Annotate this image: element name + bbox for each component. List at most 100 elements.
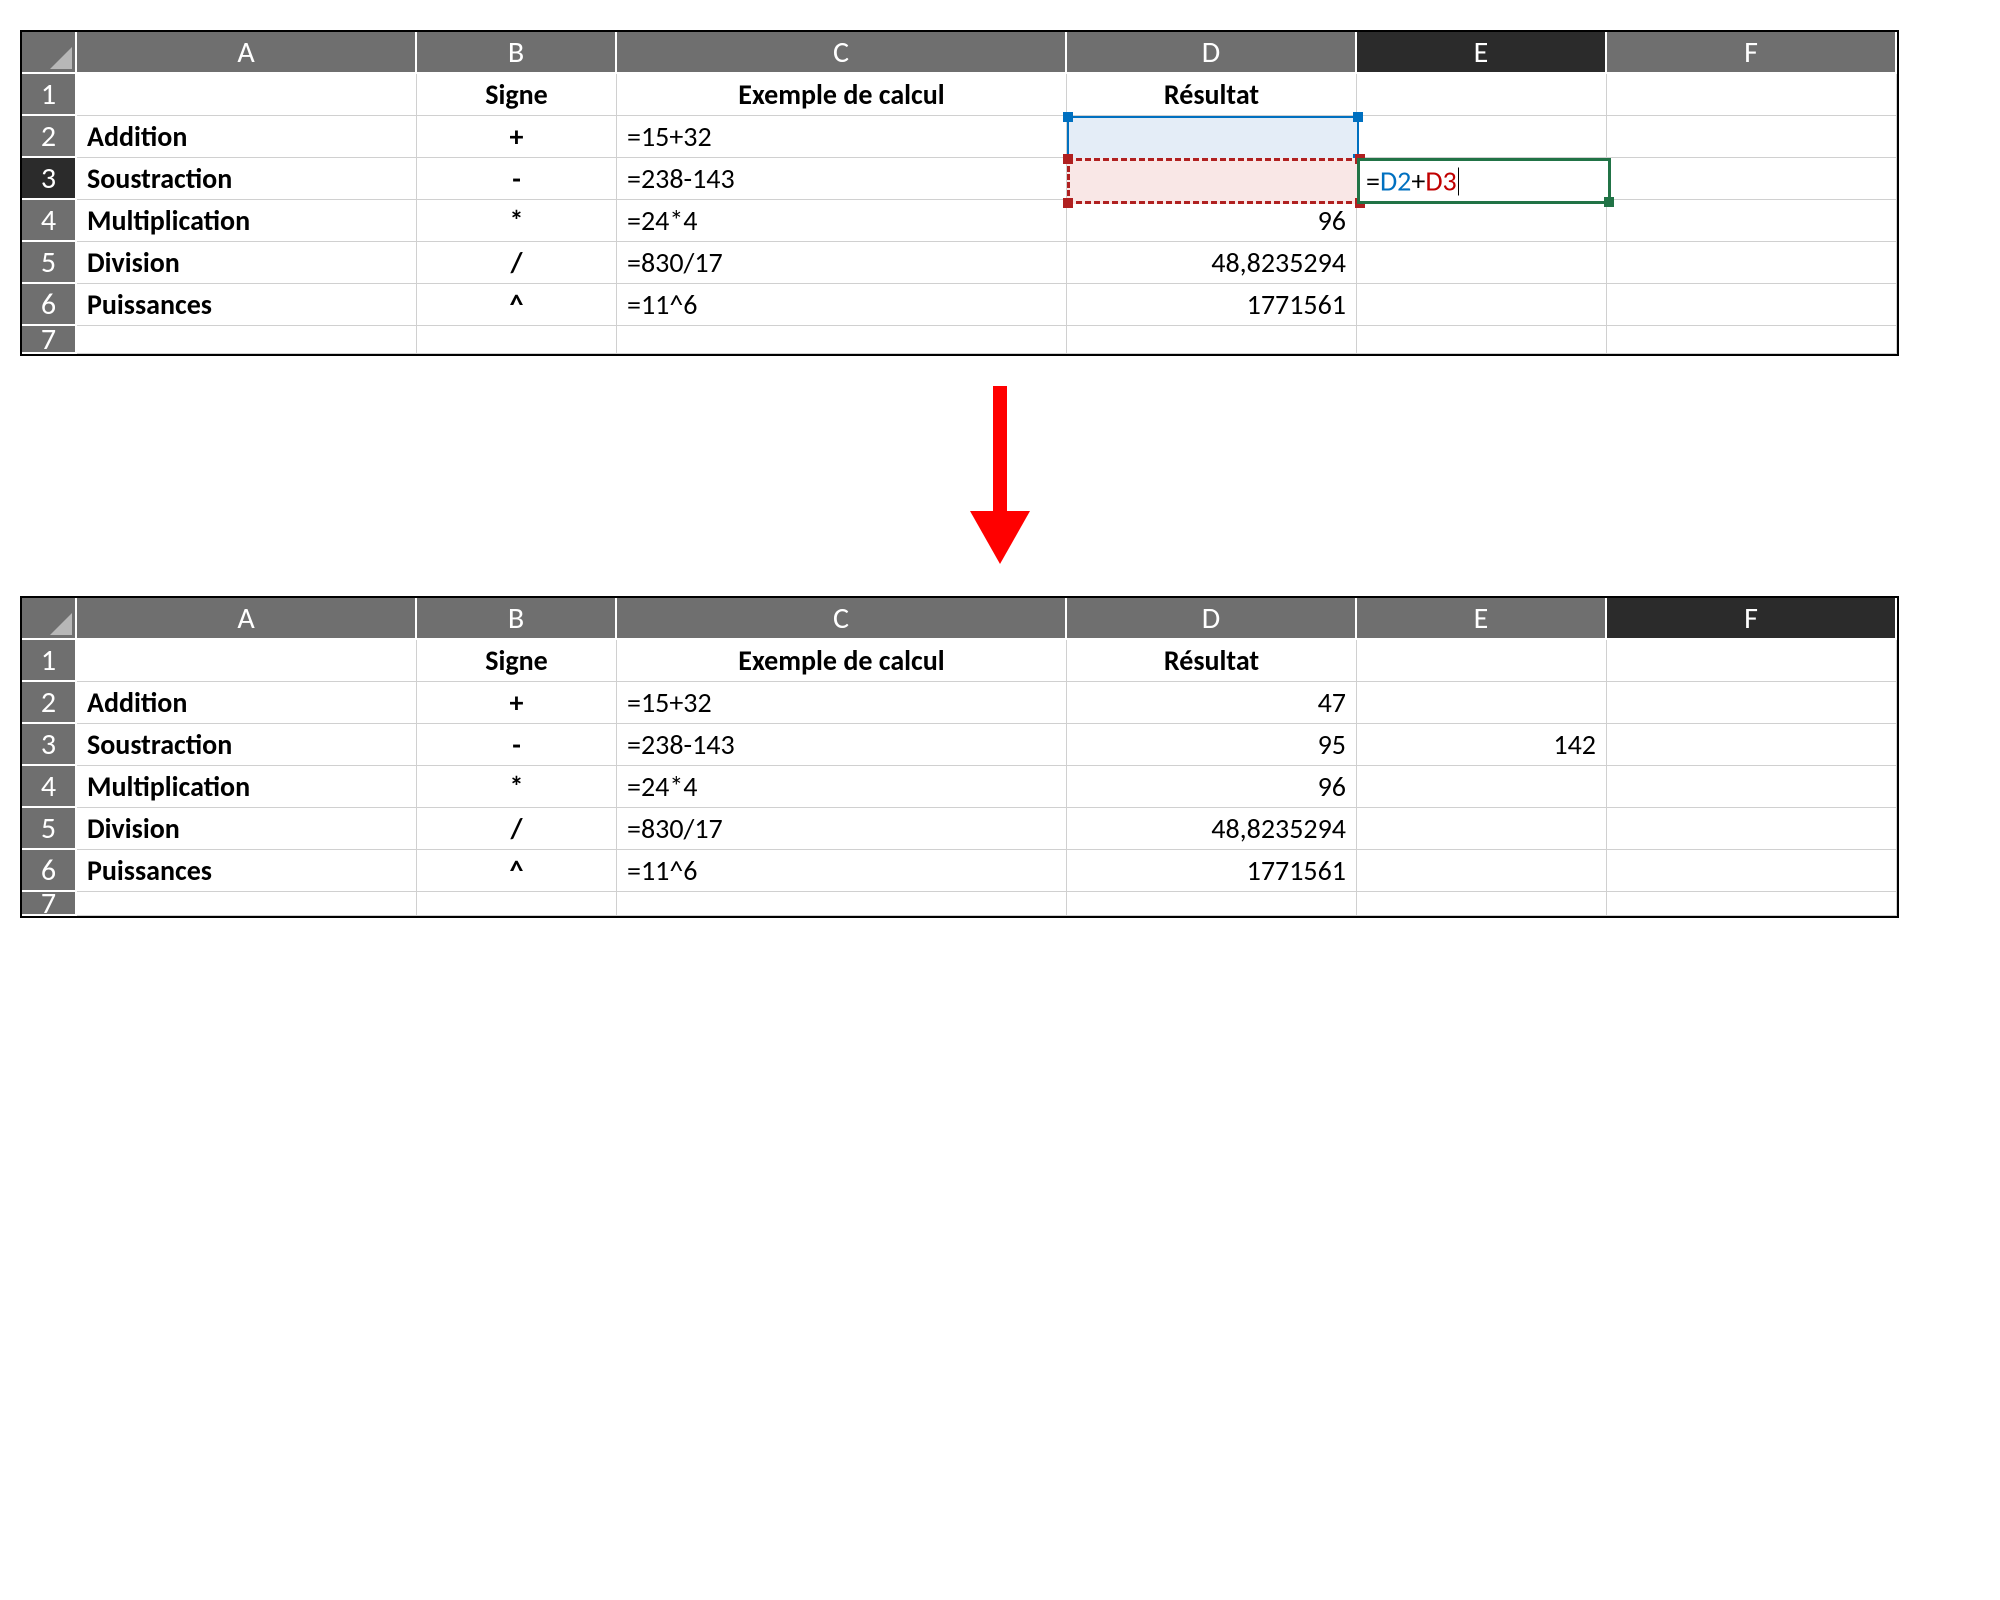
cell-F7[interactable]: [1607, 326, 1897, 354]
cell-A3[interactable]: Soustraction: [77, 158, 417, 200]
cell-F6[interactable]: [1607, 850, 1897, 892]
cell-B6[interactable]: ^: [417, 850, 617, 892]
cell-F3[interactable]: [1607, 724, 1897, 766]
row-header-2[interactable]: 2: [22, 116, 77, 158]
cell-B3[interactable]: -: [417, 724, 617, 766]
col-header-D[interactable]: D: [1067, 598, 1357, 640]
cell-B2[interactable]: +: [417, 116, 617, 158]
cell-C7[interactable]: [617, 892, 1067, 916]
cell-A4[interactable]: Multiplication: [77, 766, 417, 808]
cell-E7[interactable]: [1357, 892, 1607, 916]
col-header-C[interactable]: C: [617, 598, 1067, 640]
col-header-C[interactable]: C: [617, 32, 1067, 74]
cell-C5[interactable]: =830/17: [617, 242, 1067, 284]
cell-D6[interactable]: 1771561: [1067, 284, 1357, 326]
cell-E6[interactable]: [1357, 850, 1607, 892]
cell-E4[interactable]: [1357, 766, 1607, 808]
cell-D4[interactable]: 96: [1067, 766, 1357, 808]
col-header-B[interactable]: B: [417, 32, 617, 74]
col-header-F[interactable]: F: [1607, 32, 1897, 74]
cell-F7[interactable]: [1607, 892, 1897, 916]
cell-A1[interactable]: [77, 640, 417, 682]
cell-A4[interactable]: Multiplication: [77, 200, 417, 242]
cell-C7[interactable]: [617, 326, 1067, 354]
row-header-4[interactable]: 4: [22, 766, 77, 808]
row-header-1[interactable]: 1: [22, 640, 77, 682]
cell-C1[interactable]: Exemple de calcul: [617, 640, 1067, 682]
row-header-3[interactable]: 3: [22, 158, 77, 200]
cell-D4[interactable]: 96: [1067, 200, 1357, 242]
col-header-B[interactable]: B: [417, 598, 617, 640]
cell-F5[interactable]: [1607, 808, 1897, 850]
cell-F2[interactable]: [1607, 116, 1897, 158]
row-header-4[interactable]: 4: [22, 200, 77, 242]
cell-F2[interactable]: [1607, 682, 1897, 724]
cell-E2[interactable]: [1357, 682, 1607, 724]
cell-E5[interactable]: [1357, 808, 1607, 850]
cell-D3[interactable]: 95: [1067, 724, 1357, 766]
cell-E4[interactable]: [1357, 200, 1607, 242]
cell-D5[interactable]: 48,8235294: [1067, 242, 1357, 284]
cell-C3[interactable]: =238-143: [617, 158, 1067, 200]
cell-A6[interactable]: Puissances: [77, 850, 417, 892]
cell-E1[interactable]: [1357, 640, 1607, 682]
col-header-A[interactable]: A: [77, 598, 417, 640]
cell-C1[interactable]: Exemple de calcul: [617, 74, 1067, 116]
cell-A3[interactable]: Soustraction: [77, 724, 417, 766]
cell-B4[interactable]: *: [417, 766, 617, 808]
cell-A2[interactable]: Addition: [77, 682, 417, 724]
cell-C4[interactable]: =24*4: [617, 766, 1067, 808]
col-header-E[interactable]: E: [1357, 598, 1607, 640]
cell-D5[interactable]: 48,8235294: [1067, 808, 1357, 850]
cell-C2[interactable]: =15+32: [617, 116, 1067, 158]
cell-B5[interactable]: /: [417, 242, 617, 284]
row-header-2[interactable]: 2: [22, 682, 77, 724]
cell-A2[interactable]: Addition: [77, 116, 417, 158]
cell-D1[interactable]: Résultat: [1067, 74, 1357, 116]
row-header-7[interactable]: 7: [22, 326, 77, 354]
cell-A7[interactable]: [77, 326, 417, 354]
cell-B7[interactable]: [417, 326, 617, 354]
cell-C6[interactable]: =11^6: [617, 850, 1067, 892]
cell-A7[interactable]: [77, 892, 417, 916]
row-header-5[interactable]: 5: [22, 808, 77, 850]
col-header-D[interactable]: D: [1067, 32, 1357, 74]
cell-E3[interactable]: 142: [1357, 724, 1607, 766]
cell-F5[interactable]: [1607, 242, 1897, 284]
col-header-A[interactable]: A: [77, 32, 417, 74]
cell-D6[interactable]: 1771561: [1067, 850, 1357, 892]
cell-B2[interactable]: +: [417, 682, 617, 724]
col-header-E[interactable]: E: [1357, 32, 1607, 74]
cell-B6[interactable]: ^: [417, 284, 617, 326]
cell-F1[interactable]: [1607, 74, 1897, 116]
cell-F6[interactable]: [1607, 284, 1897, 326]
cell-C4[interactable]: =24*4: [617, 200, 1067, 242]
cell-E3[interactable]: [1357, 158, 1607, 200]
row-header-7[interactable]: 7: [22, 892, 77, 916]
cell-C5[interactable]: =830/17: [617, 808, 1067, 850]
cell-C6[interactable]: =11^6: [617, 284, 1067, 326]
cell-E1[interactable]: [1357, 74, 1607, 116]
cell-D7[interactable]: [1067, 326, 1357, 354]
cell-D3[interactable]: 95: [1067, 158, 1357, 200]
cell-D1[interactable]: Résultat: [1067, 640, 1357, 682]
cell-C2[interactable]: =15+32: [617, 682, 1067, 724]
cell-B4[interactable]: *: [417, 200, 617, 242]
cell-B1[interactable]: Signe: [417, 74, 617, 116]
cell-F4[interactable]: [1607, 766, 1897, 808]
cell-D2[interactable]: 47: [1067, 682, 1357, 724]
cell-B3[interactable]: -: [417, 158, 617, 200]
cell-A5[interactable]: Division: [77, 808, 417, 850]
cell-B5[interactable]: /: [417, 808, 617, 850]
cell-D7[interactable]: [1067, 892, 1357, 916]
row-header-3[interactable]: 3: [22, 724, 77, 766]
cell-B7[interactable]: [417, 892, 617, 916]
cell-A1[interactable]: [77, 74, 417, 116]
cell-E7[interactable]: [1357, 326, 1607, 354]
cell-A5[interactable]: Division: [77, 242, 417, 284]
cell-E6[interactable]: [1357, 284, 1607, 326]
cell-F1[interactable]: [1607, 640, 1897, 682]
cell-E2[interactable]: [1357, 116, 1607, 158]
cell-E5[interactable]: [1357, 242, 1607, 284]
cell-B1[interactable]: Signe: [417, 640, 617, 682]
